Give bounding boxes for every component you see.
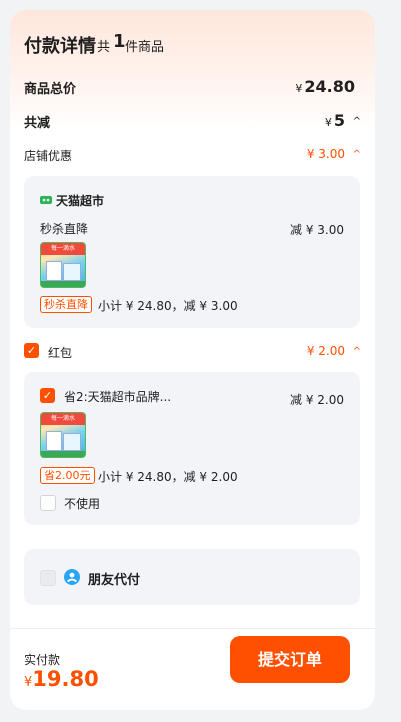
total-reduce-amount: 5 bbox=[333, 111, 345, 130]
friend-pay-icon bbox=[64, 569, 80, 585]
coupon-subtotal: 小计 ¥ 24.80，减 ¥ 2.00 bbox=[98, 470, 238, 484]
product-thumbnail: 每一滴水 bbox=[40, 412, 86, 458]
thumbnail-banner: 每一滴水 bbox=[41, 413, 85, 425]
red-packet-card: ✓ 省2:天猫超市品牌... 减 ¥ 2.00 每一滴水 省2.00元 小计 ¥… bbox=[24, 372, 360, 525]
red-packet-checkbox[interactable]: ✓ bbox=[24, 343, 39, 358]
total-reduce-currency: ¥ bbox=[324, 116, 332, 129]
total-price-currency: ¥ bbox=[295, 82, 303, 95]
item-count: 1 bbox=[113, 31, 126, 52]
coupon-checkbox[interactable]: ✓ bbox=[40, 388, 55, 403]
store-discount-card: 天猫超市 秒杀直降 减 ¥ 3.00 每一滴水 秒杀直降 小计 ¥ 24.80，… bbox=[24, 176, 360, 328]
chevron-up-icon[interactable]: ^ bbox=[353, 346, 361, 357]
header-gradient bbox=[10, 10, 375, 130]
promo-reduce: 减 ¥ 3.00 bbox=[290, 223, 344, 237]
total-price-label: 商品总价 bbox=[24, 82, 77, 97]
submit-order-button[interactable]: 提交订单 bbox=[230, 636, 350, 683]
actual-pay-amount: 19.80 bbox=[32, 667, 99, 691]
promo-name: 秒杀直降 bbox=[40, 222, 89, 236]
total-reduce-label: 共减 bbox=[24, 116, 51, 131]
total-price-amount: 24.80 bbox=[304, 77, 355, 96]
thumbnail-banner: 每一滴水 bbox=[41, 243, 85, 255]
no-use-label: 不使用 bbox=[64, 497, 101, 511]
payment-detail-sheet: 付款详情 共 1 件商品 商品总价 ¥24.80 共减 ¥5 ^ 店铺优惠 ¥ … bbox=[10, 10, 375, 710]
item-count-suffix: 件商品 bbox=[125, 40, 165, 55]
page-title: 付款详情 bbox=[24, 36, 96, 57]
tmall-store-icon bbox=[40, 196, 52, 204]
no-use-checkbox[interactable] bbox=[40, 495, 56, 511]
store-name: 天猫超市 bbox=[56, 194, 105, 208]
coupon-reduce: 减 ¥ 2.00 bbox=[290, 393, 344, 407]
total-price-value: ¥24.80 bbox=[295, 77, 355, 96]
friend-pay-checkbox[interactable] bbox=[40, 570, 56, 586]
friend-pay-label: 朋友代付 bbox=[88, 573, 141, 588]
actual-pay-value: ¥19.80 bbox=[24, 667, 99, 691]
store-discount-amount[interactable]: ¥ 3.00 bbox=[307, 147, 345, 161]
product-thumbnail: 每一滴水 bbox=[40, 242, 86, 288]
store-subtotal: 小计 ¥ 24.80，减 ¥ 3.00 bbox=[98, 299, 238, 313]
red-packet-label: 红包 bbox=[48, 346, 73, 360]
friend-pay-card[interactable]: 朋友代付 bbox=[24, 549, 360, 605]
coupon-name: 省2:天猫超市品牌... bbox=[64, 390, 172, 404]
total-reduce-value[interactable]: ¥5 bbox=[325, 111, 345, 130]
chevron-up-icon[interactable]: ^ bbox=[353, 149, 361, 160]
actual-pay-label: 实付款 bbox=[24, 653, 61, 667]
store-discount-label: 店铺优惠 bbox=[24, 149, 73, 163]
red-packet-amount[interactable]: ¥ 2.00 bbox=[307, 344, 345, 358]
chevron-up-icon[interactable]: ^ bbox=[353, 116, 361, 127]
coupon-tag: 省2.00元 bbox=[40, 467, 95, 484]
item-count-prefix: 共 bbox=[97, 40, 111, 55]
promo-tag: 秒杀直降 bbox=[40, 296, 92, 313]
footer-divider bbox=[10, 628, 375, 629]
